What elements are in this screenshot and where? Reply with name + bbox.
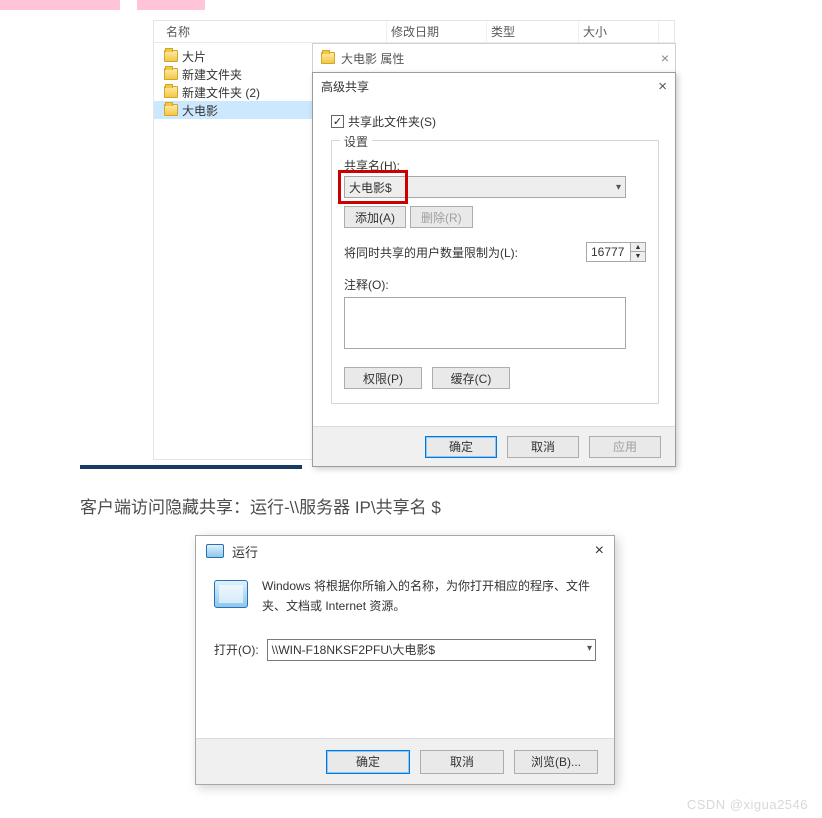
folder-icon <box>164 68 178 80</box>
explorer-columns: 名称 修改日期 类型 大小 <box>154 21 674 43</box>
cancel-button[interactable]: 取消 <box>507 436 579 458</box>
folder-icon <box>164 104 178 116</box>
column-type[interactable]: 类型 <box>487 21 579 42</box>
column-date[interactable]: 修改日期 <box>387 21 487 42</box>
folder-icon <box>164 86 178 98</box>
properties-dialog: 大电影 属性 × <box>312 43 676 73</box>
checkbox-label: 共享此文件夹(S) <box>348 113 436 130</box>
file-label: 新建文件夹 (2) <box>182 84 260 101</box>
folder-icon <box>321 52 335 64</box>
caching-button[interactable]: 缓存(C) <box>432 367 510 389</box>
properties-title: 大电影 属性 <box>341 50 404 67</box>
add-button[interactable]: 添加(A) <box>344 206 406 228</box>
run-footer: 确定 取消 浏览(B)... <box>196 738 614 784</box>
chevron-down-icon: ▾ <box>616 182 621 193</box>
spinner-value: 16777 <box>591 245 624 259</box>
cancel-button[interactable]: 取消 <box>420 750 504 774</box>
comment-textarea[interactable] <box>344 297 626 349</box>
comment-label: 注释(O): <box>344 276 646 293</box>
highlight-bar <box>0 0 120 10</box>
watermark: CSDN @xigua2546 <box>687 797 808 812</box>
settings-group: 设置 共享名(H): 大电影$ ▾ 添加(A) 删除(R) 将同时共享的用户数量… <box>331 140 659 404</box>
taskbar-fragment <box>80 465 302 469</box>
highlight-bar <box>137 0 205 10</box>
run-dialog: 运行 × Windows 将根据你所输入的名称，为你打开相应的程序、文件夹、文档… <box>195 535 615 785</box>
browse-button[interactable]: 浏览(B)... <box>514 750 598 774</box>
share-folder-checkbox[interactable]: ✓ 共享此文件夹(S) <box>331 113 659 130</box>
open-input[interactable]: \\WIN-F18NKSF2PFU\大电影$ <box>267 639 596 661</box>
run-app-icon <box>214 580 248 608</box>
open-label: 打开(O): <box>214 641 259 658</box>
chevron-down-icon[interactable]: ▾ <box>587 643 592 654</box>
spinner-down-icon[interactable]: ▼ <box>631 252 645 261</box>
share-name-value: 大电影$ <box>349 179 392 196</box>
advanced-sharing-dialog: 高级共享 × ✓ 共享此文件夹(S) 设置 共享名(H): 大电影$ ▾ 添加(… <box>312 72 676 467</box>
permissions-button[interactable]: 权限(P) <box>344 367 422 389</box>
share-name-label: 共享名(H): <box>344 157 646 174</box>
column-size[interactable]: 大小 <box>579 21 659 42</box>
user-limit-spinner[interactable]: 16777 ▲ ▼ <box>586 242 646 262</box>
dialog-footer: 确定 取消 应用 <box>313 426 675 466</box>
user-limit-label: 将同时共享的用户数量限制为(L): <box>344 244 518 261</box>
folder-icon <box>164 50 178 62</box>
run-description: Windows 将根据你所输入的名称，为你打开相应的程序、文件夹、文档或 Int… <box>262 576 596 617</box>
run-icon <box>206 544 224 558</box>
open-input-value: \\WIN-F18NKSF2PFU\大电影$ <box>272 641 435 658</box>
instruction-text: 客户端访问隐藏共享：运行-\\服务器 IP\共享名 $ <box>80 493 441 518</box>
close-icon[interactable]: × <box>595 542 604 560</box>
close-icon[interactable]: × <box>661 50 669 66</box>
column-name[interactable]: 名称 <box>162 21 387 42</box>
checkbox-icon: ✓ <box>331 115 344 128</box>
file-label: 大片 <box>182 48 206 65</box>
run-title: 运行 <box>232 542 258 561</box>
group-legend: 设置 <box>340 133 372 150</box>
share-name-combo[interactable]: 大电影$ ▾ <box>344 176 626 198</box>
ok-button[interactable]: 确定 <box>326 750 410 774</box>
dialog-title: 高级共享 <box>321 78 369 95</box>
file-label: 大电影 <box>182 102 218 119</box>
apply-button: 应用 <box>589 436 661 458</box>
file-label: 新建文件夹 <box>182 66 242 83</box>
close-icon[interactable]: × <box>658 78 667 95</box>
spinner-up-icon[interactable]: ▲ <box>631 243 645 252</box>
remove-button: 删除(R) <box>410 206 473 228</box>
ok-button[interactable]: 确定 <box>425 436 497 458</box>
